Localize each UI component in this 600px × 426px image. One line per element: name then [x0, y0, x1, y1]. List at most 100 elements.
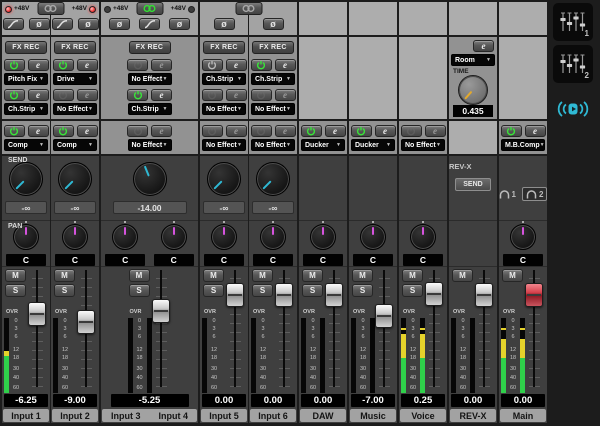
- mute-button[interactable]: M: [129, 269, 150, 282]
- fx-rec-button[interactable]: FX REC: [54, 41, 96, 54]
- fx-select[interactable]: No Effect▼: [128, 73, 172, 85]
- fx-power-button[interactable]: [401, 125, 422, 137]
- pan-knob[interactable]: [161, 224, 187, 250]
- revx-send-button[interactable]: SEND: [455, 178, 491, 191]
- mute-button[interactable]: M: [402, 269, 423, 282]
- fader-value[interactable]: 0.00: [251, 394, 295, 407]
- fader-value[interactable]: 0.00: [451, 394, 495, 407]
- phase-button[interactable]: ø: [169, 18, 190, 30]
- fx-edit-button[interactable]: e: [325, 125, 346, 137]
- pan-value[interactable]: C: [353, 254, 393, 266]
- fx-power-button[interactable]: [4, 89, 25, 101]
- fader-cap[interactable]: [475, 283, 493, 307]
- phones-2-button[interactable]: 2: [522, 187, 547, 201]
- fx-edit-button[interactable]: e: [77, 59, 98, 71]
- phones-1-button[interactable]: 1: [499, 190, 516, 199]
- fx-edit-button[interactable]: e: [425, 125, 446, 137]
- fx-edit-button[interactable]: e: [226, 89, 247, 101]
- fx-edit-button[interactable]: e: [77, 125, 98, 137]
- fx-select[interactable]: Comp▼: [53, 139, 97, 151]
- send-knob[interactable]: [133, 162, 167, 196]
- lowcut-button[interactable]: [3, 18, 24, 30]
- loopback-button[interactable]: [556, 100, 590, 123]
- send-knob[interactable]: [207, 162, 241, 196]
- pan-value[interactable]: C: [105, 254, 145, 266]
- phantom-toggle[interactable]: +48V: [72, 6, 96, 13]
- fx-select[interactable]: No Effect▼: [251, 103, 295, 115]
- fader-cap[interactable]: [152, 299, 170, 323]
- solo-button[interactable]: S: [352, 284, 373, 297]
- fx-power-button[interactable]: [202, 59, 223, 71]
- revx-time-knob[interactable]: [458, 75, 488, 105]
- fx-edit-button[interactable]: e: [275, 125, 296, 137]
- lowcut-button[interactable]: [52, 18, 73, 30]
- fader-value[interactable]: 0.00: [301, 394, 345, 407]
- fx-power-button[interactable]: [127, 59, 148, 71]
- mute-button[interactable]: M: [302, 269, 323, 282]
- fx-select[interactable]: Ch.Strip▼: [4, 103, 48, 115]
- mute-button[interactable]: M: [252, 269, 273, 282]
- mute-button[interactable]: M: [5, 269, 26, 282]
- fx-power-button[interactable]: [351, 125, 372, 137]
- fx-power-button[interactable]: [127, 89, 148, 101]
- solo-button[interactable]: S: [5, 284, 26, 297]
- revx-preset-select[interactable]: Room▼: [451, 54, 495, 66]
- fx-edit-button[interactable]: e: [275, 59, 296, 71]
- fader-track[interactable]: [156, 270, 167, 387]
- fx-rec-button[interactable]: FX REC: [203, 41, 245, 54]
- fx-select[interactable]: No Effect▼: [53, 103, 97, 115]
- fader-cap[interactable]: [425, 282, 443, 306]
- fx-rec-button[interactable]: FX REC: [5, 41, 47, 54]
- mute-button[interactable]: M: [502, 269, 523, 282]
- fader-cap[interactable]: [525, 283, 543, 307]
- fader-value[interactable]: -5.25: [111, 394, 189, 407]
- pan-value[interactable]: C: [253, 254, 293, 266]
- fader-cap[interactable]: [275, 283, 293, 307]
- link-button[interactable]: [235, 2, 262, 15]
- fx-select[interactable]: Ducker▼: [301, 139, 345, 151]
- fx-power-button[interactable]: [501, 125, 522, 137]
- fx-power-button[interactable]: [202, 125, 223, 137]
- fx-edit-button[interactable]: e: [77, 89, 98, 101]
- pan-value[interactable]: C: [503, 254, 543, 266]
- send-knob[interactable]: [9, 162, 43, 196]
- pan-knob[interactable]: [211, 224, 237, 250]
- fx-select[interactable]: Ch.Strip▼: [202, 73, 246, 85]
- solo-button[interactable]: S: [252, 284, 273, 297]
- pan-knob[interactable]: [410, 224, 436, 250]
- send-value[interactable]: -∞: [203, 201, 245, 214]
- pan-knob[interactable]: [360, 224, 386, 250]
- fx-power-button[interactable]: [251, 59, 272, 71]
- fx-power-button[interactable]: [53, 89, 74, 101]
- fader-value[interactable]: 0.25: [401, 394, 445, 407]
- phase-button[interactable]: ø: [78, 18, 99, 30]
- phantom-toggle[interactable]: +48V: [5, 6, 29, 13]
- pan-value[interactable]: C: [204, 254, 244, 266]
- lowcut-button[interactable]: [139, 18, 160, 30]
- fx-select[interactable]: M.B.Comp▼: [501, 139, 545, 151]
- fx-power-button[interactable]: [251, 89, 272, 101]
- fx-edit-button[interactable]: e: [525, 125, 546, 137]
- fx-select[interactable]: No Effect▼: [128, 139, 172, 151]
- solo-button[interactable]: S: [54, 284, 75, 297]
- solo-button[interactable]: S: [402, 284, 423, 297]
- fader-value[interactable]: -9.00: [53, 394, 97, 407]
- fx-edit-button[interactable]: e: [28, 59, 49, 71]
- fx-select[interactable]: Ch.Strip▼: [128, 103, 172, 115]
- fx-power-button[interactable]: [53, 59, 74, 71]
- fx-edit-button[interactable]: e: [28, 89, 49, 101]
- phantom-toggle[interactable]: +48V: [171, 6, 195, 13]
- fx-rec-button[interactable]: FX REC: [252, 41, 294, 54]
- link-button[interactable]: [37, 2, 64, 15]
- fx-select[interactable]: No Effect▼: [202, 103, 246, 115]
- send-knob[interactable]: [58, 162, 92, 196]
- fx-select[interactable]: Comp▼: [4, 139, 48, 151]
- send-value[interactable]: -∞: [5, 201, 47, 214]
- revx-edit-button[interactable]: e: [473, 40, 494, 52]
- pan-value[interactable]: C: [55, 254, 95, 266]
- fader-cap[interactable]: [77, 310, 95, 334]
- link-button[interactable]: [136, 2, 163, 15]
- fx-select[interactable]: Ch.Strip▼: [251, 73, 295, 85]
- send-value[interactable]: -∞: [54, 201, 96, 214]
- solo-button[interactable]: S: [203, 284, 224, 297]
